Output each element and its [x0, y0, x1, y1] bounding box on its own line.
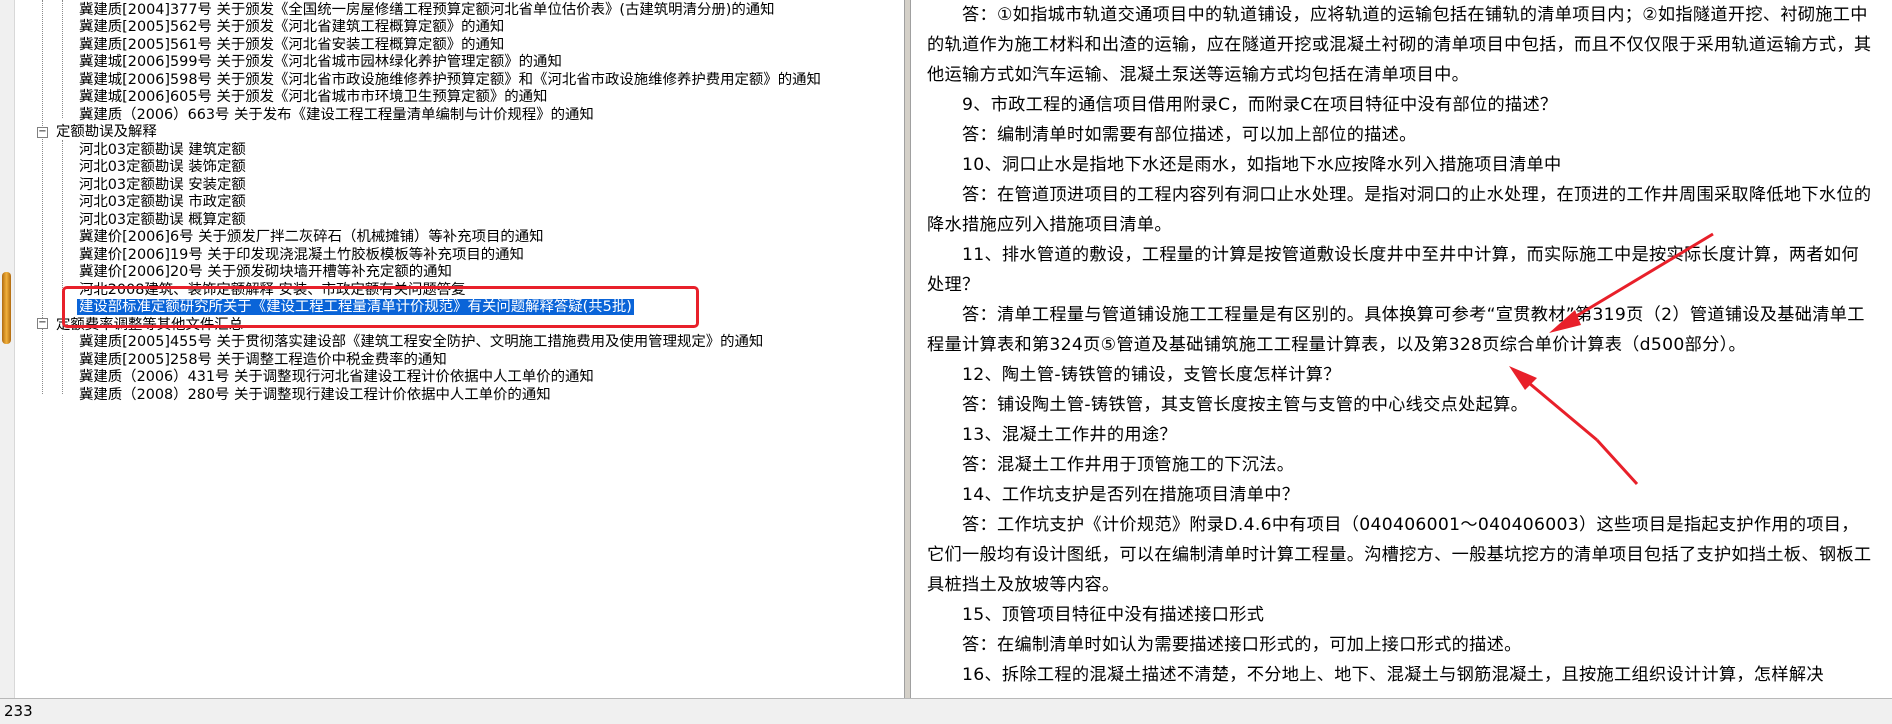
tree-node-document[interactable]: 冀建质[2005]562号 关于颁发《河北省建筑工程概算定额》的通知 — [79, 18, 504, 36]
tree-guide-line — [42, 0, 43, 394]
tree-node-label: 冀建价[2006]19号 关于印发现浇混凝土竹胶板模板等补充项目的通知 — [79, 247, 524, 263]
tree-node-document[interactable]: 冀建价[2006]20号 关于颁发砌块墙开槽等补充定额的通知 — [79, 263, 452, 281]
tree-vertical-scrollbar[interactable] — [0, 0, 15, 698]
tree-node-label: 冀建质[2005]561号 关于颁发《河北省安装工程概算定额》的通知 — [79, 37, 505, 53]
tree-node-label: 冀建质[2005]258号 关于调整工程造价中税金费率的通知 — [79, 352, 447, 368]
tree-node-label: 冀建价[2006]6号 关于颁发厂拌二灰碎石（机械摊铺）等补充项目的通知 — [79, 229, 544, 245]
tree-node-document[interactable]: 河北03定额勘误 建筑定额 — [79, 141, 246, 159]
tree-node-document[interactable]: 冀建质（2006）431号 关于调整现行河北省建设工程计价依据中人工单价的通知 — [79, 368, 594, 386]
tree-node-label: 河北03定额勘误 市政定额 — [79, 194, 246, 210]
tree-node-label: 河北03定额勘误 装饰定额 — [79, 159, 246, 175]
tree-guide-line — [62, 0, 63, 118]
tree-node-document[interactable]: 冀建价[2006]6号 关于颁发厂拌二灰碎石（机械摊铺）等补充项目的通知 — [79, 228, 544, 246]
tree-node-label: 河北03定额勘误 概算定额 — [79, 212, 246, 228]
tree-node-label: 河北03定额勘误 建筑定额 — [79, 142, 246, 158]
pane-splitter[interactable] — [904, 0, 911, 698]
tree-node-label: 冀建质（2006）431号 关于调整现行河北省建设工程计价依据中人工单价的通知 — [79, 369, 594, 385]
tree-node-label: 冀建质[2004]377号 关于颁发《全国统一房屋修缮工程预算定额河北省单位估价… — [79, 2, 775, 18]
tree-node-document[interactable]: 冀建质（2006）663号 关于发布《建设工程工程量清单编制与计价规程》的通知 — [79, 106, 594, 124]
tree-node-document[interactable]: 冀建城[2006]598号 关于颁发《河北省市政设施维修养护预算定额》和《河北省… — [79, 71, 821, 89]
tree-node-label: 冀建价[2006]20号 关于颁发砌块墙开槽等补充定额的通知 — [79, 264, 452, 280]
tree-node-document[interactable]: 冀建质[2005]455号 关于贯彻落实建设部《建筑工程安全防护、文明施工措施费… — [79, 333, 763, 351]
tree-node-document[interactable]: 河北03定额勘误 市政定额 — [79, 193, 246, 211]
tree-pane[interactable]: − − 冀建质[2004]377号 关于颁发《全国统一房屋修缮工程预算定额河北省… — [0, 0, 904, 698]
tree-node-document[interactable]: 冀建质（2008）280号 关于调整现行建设工程计价依据中人工单价的通知 — [79, 386, 551, 404]
tree-node-document[interactable]: 冀建价[2006]19号 关于印发现浇混凝土竹胶板模板等补充项目的通知 — [79, 246, 524, 264]
tree-node-document[interactable]: 冀建质[2005]561号 关于颁发《河北省安装工程概算定额》的通知 — [79, 36, 504, 54]
tree-node-label: 冀建城[2006]598号 关于颁发《河北省市政设施维修养护预算定额》和《河北省… — [79, 72, 821, 88]
red-arrow-upper — [1549, 232, 1714, 333]
tree-node-label: 冀建质[2005]562号 关于颁发《河北省建筑工程概算定额》的通知 — [79, 19, 505, 35]
tree-node-label: 冀建城[2006]605号 关于颁发《河北省城市市环境卫生预算定额》的通知 — [79, 89, 548, 105]
tree-node-document[interactable]: 河北03定额勘误 装饰定额 — [79, 158, 246, 176]
tree-node-folder[interactable]: 定额勘误及解释 — [56, 123, 157, 141]
red-arrow-annotations — [1509, 232, 1714, 486]
tree-node-label: 河北03定额勘误 安装定额 — [79, 177, 246, 193]
document-pane[interactable]: 答：①如指城市轨道交通项目中的轨道铺设，应将轨道的运输包括在铺轨的清单项目内；②… — [911, 0, 1892, 698]
collapse-toggle-icon[interactable]: − — [37, 318, 48, 329]
tree-node-document[interactable]: 河北03定额勘误 概算定额 — [79, 211, 246, 229]
tree-node-document[interactable]: 冀建城[2006]599号 关于颁发《河北省城市园林绿化养护管理定额》的通知 — [79, 53, 562, 71]
tree-node-label: 冀建城[2006]599号 关于颁发《河北省城市园林绿化养护管理定额》的通知 — [79, 54, 562, 70]
tree-node-document[interactable]: 冀建质[2004]377号 关于颁发《全国统一房屋修缮工程预算定额河北省单位估价… — [79, 1, 775, 19]
status-bar-text: 233 — [4, 702, 33, 720]
tree-node-label: 冀建质（2006）663号 关于发布《建设工程工程量清单编制与计价规程》的通知 — [79, 107, 594, 123]
collapse-toggle-icon[interactable]: − — [37, 127, 48, 138]
tree-node-label: 定额勘误及解释 — [56, 124, 157, 140]
tree-node-label: 冀建质[2005]455号 关于贯彻落实建设部《建筑工程安全防护、文明施工措施费… — [79, 334, 764, 350]
tree-node-document[interactable]: 河北03定额勘误 安装定额 — [79, 176, 246, 194]
tree-node-document[interactable]: 冀建质[2005]258号 关于调整工程造价中税金费率的通知 — [79, 351, 447, 369]
scrollbar-thumb[interactable] — [2, 272, 11, 344]
tree-node-label: 冀建质（2008）280号 关于调整现行建设工程计价依据中人工单价的通知 — [79, 387, 551, 403]
status-bar: 233 — [0, 698, 1892, 724]
red-arrow-lower — [1509, 366, 1639, 486]
tree-node-document[interactable]: 冀建城[2006]605号 关于颁发《河北省城市市环境卫生预算定额》的通知 — [79, 88, 547, 106]
red-annotation-box — [62, 286, 699, 328]
tree-guide-line — [62, 335, 63, 394]
